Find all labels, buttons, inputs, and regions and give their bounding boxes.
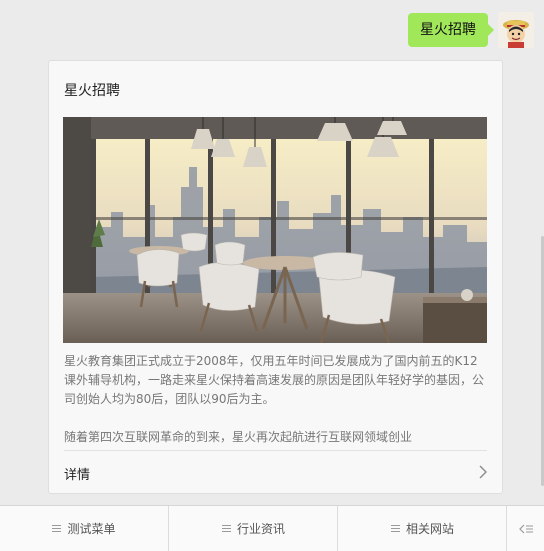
menu-lines-icon [221, 524, 231, 533]
chat-scrollbar[interactable] [540, 0, 544, 505]
menu-item-label: 行业资讯 [236, 522, 285, 536]
keyboard-toggle-button[interactable] [506, 506, 544, 551]
card-description-extra: 随着第四次互联网革命的到来，星火再次起航进行互联网领域创业 [64, 430, 413, 444]
menu-item-industry-news[interactable]: 行业资讯 [168, 506, 338, 551]
menu-item-test[interactable]: 测试菜单 [0, 506, 168, 551]
card-description-main: 星火教育集团正式成立于2008年，仅用五年时间已发展成为了国内前五的K12课外辅… [64, 354, 485, 406]
menu-item-label: 相关网站 [405, 522, 454, 536]
menu-lines-icon [52, 524, 62, 533]
card-title: 星火招聘 [64, 83, 120, 99]
message-bubble[interactable]: 星火招聘 [408, 13, 494, 47]
chat-area: 星火招聘 星火招聘 星火教育集团正式成立于2008年，仅用五年时间已发展成为了国… [0, 0, 544, 505]
detail-label: 详情 [64, 468, 91, 483]
custom-menu-bar: 测试菜单 行业资讯 相关网站 [0, 505, 544, 551]
keyboard-toggle-icon [519, 524, 533, 533]
chevron-right-icon [479, 465, 487, 479]
card-description: 星火教育集团正式成立于2008年，仅用五年时间已发展成为了国内前五的K12课外辅… [64, 352, 488, 447]
news-card[interactable]: 星火招聘 星火教育集团正式成立于2008年，仅用五年时间已发展成为了国内前五的K… [48, 60, 503, 494]
office-lounge-photo[interactable] [63, 117, 487, 343]
avatar-icon[interactable] [498, 12, 534, 48]
message-text: 星火招聘 [420, 22, 476, 38]
menu-lines-icon [390, 524, 400, 533]
menu-item-related-sites[interactable]: 相关网站 [337, 506, 507, 551]
menu-item-label: 测试菜单 [67, 522, 116, 536]
detail-link[interactable]: 详情 [49, 451, 502, 493]
